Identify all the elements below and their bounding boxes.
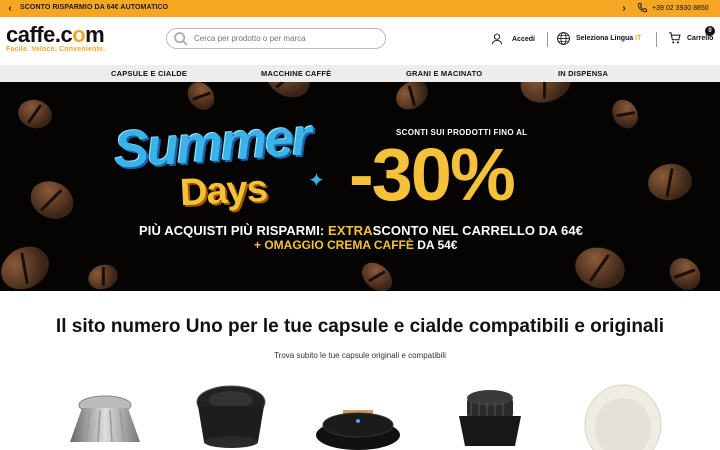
nav-item-macchine[interactable]: MACCHINE CAFFÈ (261, 69, 331, 78)
coffee-bean-image (570, 242, 630, 291)
hero-line-1-rest: SCONTO NEL CARRELLO DA 64€ (372, 223, 583, 238)
coffee-bean-image (514, 82, 578, 110)
capsule-ribbed-image[interactable] (445, 380, 535, 450)
language-selector[interactable]: Seleziona Lingua IT (556, 31, 641, 46)
coffee-bean-image (356, 256, 398, 291)
coffee-bean-image (645, 160, 695, 204)
sparkle-icon: ✦ (308, 170, 325, 192)
phone-contact[interactable]: +39 02 3930 8850 (636, 2, 709, 14)
globe-icon (557, 32, 570, 45)
nav-item-grani[interactable]: GRANI E MACINATO (406, 69, 482, 78)
discount-percent: -30% (349, 133, 516, 216)
cialda-paper-pod-image[interactable] (578, 380, 668, 450)
coffee-bean-image (24, 174, 80, 226)
coffee-bean-image (259, 82, 317, 106)
hero-banner[interactable]: Summer Days ✦ SCONTI SUI PRODOTTI FINO A… (0, 82, 720, 291)
coffee-bean-image (663, 251, 707, 291)
phone-number: +39 02 3930 8850 (652, 4, 709, 12)
site-header: caffe.com Facile. Veloce. Conveniente. A… (0, 17, 720, 65)
login-label: Accedi (512, 35, 535, 43)
language-code: IT (635, 35, 642, 42)
brand-tagline: Facile. Veloce. Conveniente. (6, 46, 106, 53)
capsule-black-image[interactable] (186, 380, 276, 450)
search-icon (174, 31, 188, 46)
phone-icon (637, 3, 647, 13)
chevron-left-icon[interactable]: ‹ (4, 2, 16, 15)
brand-o: o (72, 22, 86, 47)
nav-item-dispensa[interactable]: IN DISPENSA (558, 69, 608, 78)
search-bar[interactable] (166, 28, 386, 49)
hero-line-2-price: DA 54€ (417, 238, 458, 252)
language-label: Seleziona Lingua (576, 35, 634, 42)
login-button[interactable]: Accedi (490, 32, 535, 46)
cart-icon (669, 32, 681, 44)
coffee-bean-image (14, 96, 56, 132)
page-subtitle: Trova subito le tue capsule originali e … (274, 351, 446, 360)
nav-item-capsule[interactable]: CAPSULE E CIALDE (111, 69, 187, 78)
hero-line-2-text: + OMAGGIO CREMA CAFFÈ (254, 238, 418, 252)
site-logo[interactable]: caffe.com Facile. Veloce. Conveniente. (6, 22, 106, 54)
header-divider (547, 32, 548, 47)
hero-line-1: PIÙ ACQUISTI PIÙ RISPARMI: EXTRASCONTO N… (139, 223, 583, 238)
user-icon (491, 33, 503, 45)
capsule-lid-image[interactable] (313, 380, 403, 450)
coffee-bean-image (182, 82, 220, 116)
coffee-bean-image (607, 95, 643, 133)
header-divider (656, 32, 657, 47)
promo-message: SCONTO RISPARMIO DA 64€ AUTOMATICO (20, 4, 169, 11)
search-input[interactable] (194, 34, 374, 43)
hero-line-1-text: PIÙ ACQUISTI PIÙ RISPARMI: (139, 223, 329, 238)
coffee-bean-image (84, 260, 122, 291)
hero-line-1-extra: EXTRA (328, 223, 373, 238)
chevron-right-icon[interactable]: › (618, 2, 630, 15)
days-title: Days (178, 167, 268, 215)
brand-text-end: m (85, 22, 105, 47)
capsule-aluminium-image[interactable] (60, 380, 150, 450)
cart-count-badge: 0 (705, 26, 715, 36)
hero-line-2: + OMAGGIO CREMA CAFFÈ DA 54€ (254, 238, 457, 252)
coffee-bean-image (390, 82, 434, 116)
promo-bar: ‹ SCONTO RISPARMIO DA 64€ AUTOMATICO › +… (0, 0, 720, 17)
main-nav: CAPSULE E CIALDE MACCHINE CAFFÈ GRANI E … (0, 65, 720, 82)
brand-text: caffe.c (6, 22, 73, 47)
page-title: Il sito numero Uno per le tue capsule e … (55, 316, 665, 337)
coffee-bean-image (0, 238, 57, 291)
